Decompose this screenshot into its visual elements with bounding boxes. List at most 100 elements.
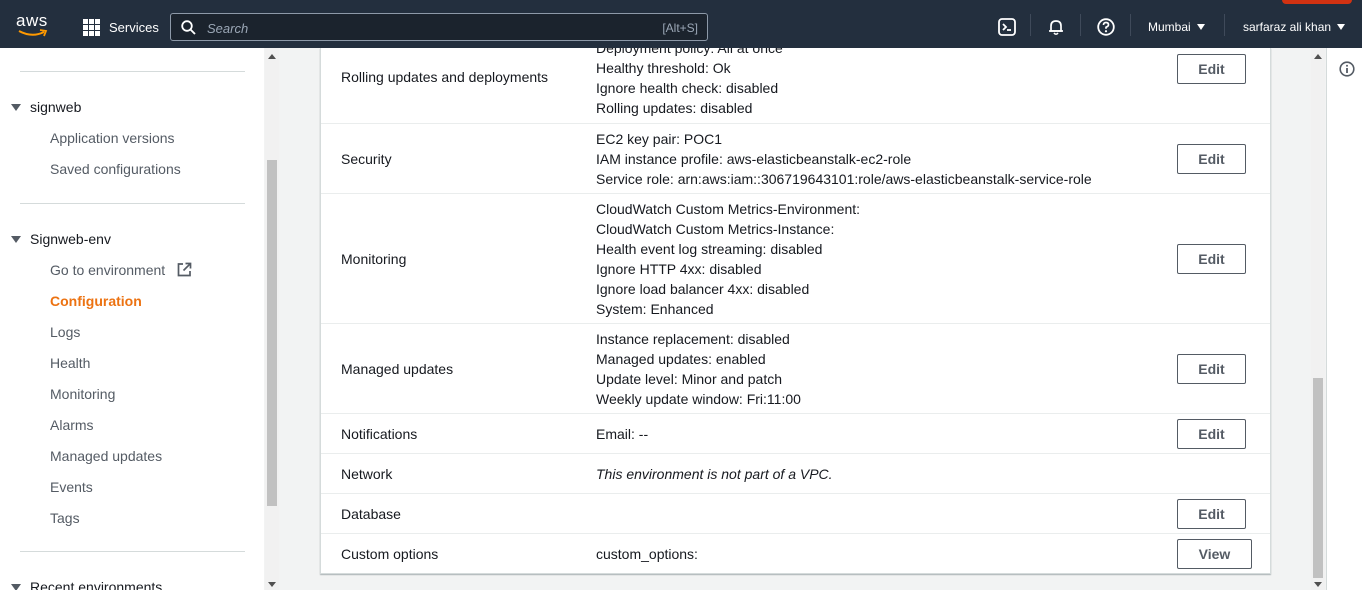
scroll-down-icon[interactable]: [1314, 582, 1322, 587]
bell-icon[interactable]: [1046, 17, 1066, 37]
config-value: Email: --: [596, 426, 649, 442]
sidebar-item-alarms[interactable]: Alarms: [50, 417, 94, 433]
nav-separator: [1030, 14, 1031, 36]
config-values: Email: --: [596, 424, 648, 444]
scroll-down-icon[interactable]: [268, 582, 276, 587]
config-category: Notifications: [341, 426, 418, 442]
config-value: EC2 key pair: POC1: [596, 131, 723, 147]
config-value: Instance replacement: disabled: [596, 331, 790, 347]
config-value: Health event log streaming: disabled: [596, 241, 823, 257]
external-link-icon: [177, 262, 192, 277]
config-value: Deployment policy: All at once: [596, 48, 783, 56]
search-input[interactable]: [205, 18, 629, 38]
config-row-network: Network This environment is not part of …: [321, 454, 1270, 494]
config-value: Service role: arn:aws:iam::306719643101:…: [596, 171, 1092, 187]
region-label: Mumbai: [1148, 20, 1191, 34]
config-value: Weekly update window: Fri:11:00: [596, 391, 801, 407]
config-value: Ignore health check: disabled: [596, 80, 779, 96]
services-menu[interactable]: Services: [83, 18, 159, 36]
sidebar-divider: [20, 203, 245, 204]
services-label: Services: [109, 19, 159, 35]
aws-smile-icon: [18, 29, 48, 37]
sidebar-item-saved-configurations[interactable]: Saved configurations: [50, 161, 181, 177]
chevron-down-icon: [1337, 24, 1346, 30]
config-value: custom_options:: [596, 546, 698, 562]
edit-database-button[interactable]: Edit: [1177, 499, 1246, 529]
caret-down-icon[interactable]: [11, 584, 21, 590]
user-menu[interactable]: sarfaraz ali khan: [1243, 20, 1346, 34]
edit-security-button[interactable]: Edit: [1177, 144, 1246, 174]
config-category: Database: [341, 506, 401, 522]
main-content: Rolling updates and deployments Deployme…: [280, 48, 1310, 590]
config-value: This environment is not part of a VPC.: [596, 466, 833, 482]
config-value: CloudWatch Custom Metrics-Instance:: [596, 221, 835, 237]
sidebar-item-application-versions[interactable]: Application versions: [50, 130, 175, 146]
config-value: CloudWatch Custom Metrics-Environment:: [596, 201, 861, 217]
sidebar-item-health[interactable]: Health: [50, 355, 90, 371]
sidebar-group-application[interactable]: signweb: [30, 99, 81, 115]
config-row-notifications: Notifications Email: -- Edit: [321, 414, 1270, 454]
sidebar-item-logs[interactable]: Logs: [50, 324, 80, 340]
config-values: CloudWatch Custom Metrics-Environment: C…: [596, 199, 860, 319]
config-value: Ignore HTTP 4xx: disabled: [596, 261, 762, 277]
config-value: IAM instance profile: aws-elasticbeansta…: [596, 151, 912, 167]
config-row-custom-options: Custom options custom_options: View: [321, 534, 1270, 573]
help-panel-rail: [1326, 48, 1362, 590]
edit-notifications-button[interactable]: Edit: [1177, 419, 1246, 449]
top-navigation: aws Services [Alt+S] Mumbai: [0, 0, 1362, 48]
cloudshell-icon[interactable]: [997, 17, 1017, 37]
help-icon[interactable]: [1096, 17, 1116, 37]
search-box[interactable]: [Alt+S]: [170, 13, 708, 41]
config-value: Rolling updates: disabled: [596, 100, 753, 116]
config-category: Managed updates: [341, 361, 454, 377]
config-category: Security: [341, 151, 392, 167]
sidebar-group-recent-environments[interactable]: Recent environments: [30, 579, 162, 590]
content-scrollbar-thumb[interactable]: [1313, 378, 1323, 578]
sidebar-item-tags[interactable]: Tags: [50, 510, 80, 526]
sidebar-item-configuration[interactable]: Configuration: [50, 293, 142, 309]
view-custom-options-button[interactable]: View: [1177, 539, 1252, 569]
edit-rolling-updates-button[interactable]: Edit: [1177, 54, 1246, 84]
edit-managed-updates-button[interactable]: Edit: [1177, 354, 1246, 384]
sidebar-scrollbar[interactable]: [265, 48, 279, 590]
scroll-up-icon[interactable]: [1314, 54, 1322, 59]
config-value: System: Enhanced: [596, 301, 714, 317]
content-scrollbar[interactable]: [1311, 48, 1325, 590]
config-value: Update level: Minor and patch: [596, 371, 782, 387]
info-icon[interactable]: [1339, 61, 1355, 77]
config-row-database: Database Edit: [321, 494, 1270, 534]
config-values: Deployment policy: All at once Healthy t…: [596, 48, 783, 118]
sidebar-item-events[interactable]: Events: [50, 479, 93, 495]
config-values: Instance replacement: disabled Managed u…: [596, 329, 801, 409]
sidebar-group-environment[interactable]: Signweb-env: [30, 231, 111, 247]
config-value: Managed updates: enabled: [596, 351, 766, 367]
config-row-rolling-updates: Rolling updates and deployments Deployme…: [321, 48, 1270, 124]
config-values: custom_options:: [596, 544, 698, 564]
chevron-down-icon: [1196, 24, 1205, 30]
edit-monitoring-button[interactable]: Edit: [1177, 244, 1246, 274]
search-icon: [181, 20, 196, 35]
config-values: This environment is not part of a VPC.: [596, 464, 833, 484]
caret-down-icon[interactable]: [11, 236, 21, 243]
nav-separator: [1130, 14, 1131, 36]
sidebar-item-monitoring[interactable]: Monitoring: [50, 386, 115, 402]
aws-logo-text: aws: [16, 11, 48, 30]
config-row-monitoring: Monitoring CloudWatch Custom Metrics-Env…: [321, 194, 1270, 324]
scroll-up-icon[interactable]: [268, 54, 276, 59]
nav-separator: [1224, 14, 1225, 36]
notification-strip: [1282, 0, 1352, 4]
config-value: Ignore load balancer 4xx: disabled: [596, 281, 810, 297]
sidebar-scrollbar-thumb[interactable]: [267, 160, 277, 506]
grid-icon: [83, 18, 100, 36]
region-selector[interactable]: Mumbai: [1148, 20, 1205, 34]
user-name: sarfaraz ali khan: [1243, 20, 1332, 34]
caret-down-icon[interactable]: [11, 104, 21, 111]
aws-logo[interactable]: aws: [16, 12, 52, 38]
sidebar-item-managed-updates[interactable]: Managed updates: [50, 448, 162, 464]
config-value: Healthy threshold: Ok: [596, 60, 731, 76]
search-shortcut: [Alt+S]: [662, 21, 698, 35]
config-row-security: Security EC2 key pair: POC1 IAM instance…: [321, 124, 1270, 194]
config-category: Monitoring: [341, 251, 407, 267]
sidebar-item-go-to-environment[interactable]: Go to environment: [50, 262, 192, 278]
sidebar-divider: [20, 71, 245, 72]
